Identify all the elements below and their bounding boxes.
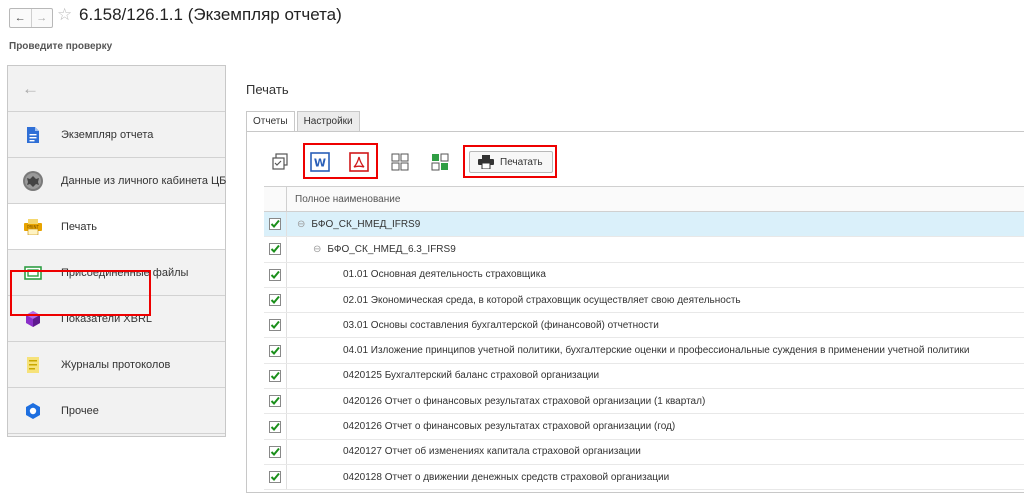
table-row[interactable]: 0420126 Отчет о финансовых результатах с… [264,414,1024,440]
table-row[interactable]: ⊖ БФО_СК_НМЕД_6.3_IFRS9 [264,237,1024,263]
table-row[interactable]: 0420127 Отчет об изменениях капитала стр… [264,439,1024,465]
tab-bar: Отчеты Настройки [246,111,362,133]
row-checkbox[interactable] [264,262,287,287]
row-checkbox[interactable] [264,237,287,262]
collapse-icon[interactable]: ⊖ [297,219,305,230]
tab-settings[interactable]: Настройки [296,111,360,132]
sidebar: ← Экземпляр отчета Данные из личного каб… [7,65,226,437]
row-checkbox[interactable] [264,338,287,363]
page-title: Печать [246,82,289,97]
other-icon [22,400,44,422]
back-arrow-icon[interactable]: ← [10,9,31,27]
column-header-full-name[interactable]: Полное наименование [287,194,400,205]
document-icon [22,124,44,146]
table-row[interactable]: ⊖ БФО_СК_НМЕД_IFRS9 [264,212,1024,238]
print-button-label: Печатать [500,156,543,168]
table-row[interactable]: 02.01 Экономическая среда, в которой стр… [264,287,1024,314]
reports-table: Полное наименование ⊖ БФО_СК_НМЕД_IFRS9 ⊖ Б… [264,186,1024,491]
svg-text:W: W [314,157,326,170]
table-row[interactable]: 0420125 Бухгалтерский баланс страховой о… [264,363,1024,390]
printer-icon [478,155,494,169]
sidebar-item-label: Данные из личного кабинета ЦБ [61,174,227,187]
journal-icon [22,354,44,376]
row-label: 04.01 Изложение принципов учетной полити… [343,345,970,357]
window-title: 6.158/126.1.1 (Экземпляр отчета) [79,5,342,24]
row-checkbox[interactable] [264,414,287,439]
sidebar-item-journals[interactable]: Журналы протоколов [8,342,225,388]
page-subtitle: Проведите проверку [9,41,113,52]
sidebar-item-other[interactable]: Прочее [8,388,225,434]
sidebar-back-icon[interactable]: ← [8,66,225,112]
sidebar-item-label: Прочее [61,404,99,417]
table-header: Полное наименование [264,186,1024,212]
collapse-icon[interactable]: ⊖ [313,244,321,255]
forward-arrow-icon[interactable]: → [30,9,53,27]
word-export-icon[interactable]: W [307,149,333,175]
table-row[interactable]: 0420126 Отчет о финансовых результатах с… [264,389,1024,415]
row-label: 02.01 Экономическая среда, в которой стр… [343,294,741,306]
row-label: 0420128 Отчет о движении денежных средст… [343,471,670,483]
sidebar-item-print[interactable]: PRINT Печать [8,204,225,250]
table-row[interactable]: 0420128 Отчет о движении денежных средст… [264,464,1024,491]
row-checkbox[interactable] [264,439,287,464]
bank-emblem-icon [22,170,44,192]
row-label: 0420126 Отчет о финансовых результатах с… [343,421,676,433]
sidebar-item-label: Журналы протоколов [61,358,171,371]
row-checkbox[interactable] [264,389,287,414]
row-checkbox[interactable] [264,313,287,338]
grid-view-icon[interactable] [387,149,413,175]
print-highlight-frame [10,270,151,316]
table-body: ⊖ БФО_СК_НМЕД_IFRS9 ⊖ БФО_СК_НМЕД_6.3_IFRS9… [264,212,1024,491]
row-checkbox[interactable] [264,287,287,313]
row-checkbox[interactable] [264,464,287,490]
table-row[interactable]: 03.01 Основы составления бухгалтерской (… [264,313,1024,339]
title-bar: ← → ☆ 6.158/126.1.1 (Экземпляр отчета) [0,0,1024,36]
svg-text:PRINT: PRINT [27,224,39,229]
print-button[interactable]: Печатать [469,151,553,173]
checkbox-column-header [264,187,287,211]
tab-reports[interactable]: Отчеты [246,111,295,133]
grid-color-icon[interactable] [427,149,453,175]
row-label: 0420127 Отчет об изменениях капитала стр… [343,446,641,458]
row-label: 0420125 Бухгалтерский баланс страховой о… [343,370,600,382]
print-icon: PRINT [22,216,44,238]
sidebar-item-cb-cabinet[interactable]: Данные из личного кабинета ЦБ [8,158,227,204]
row-checkbox[interactable] [264,363,287,389]
table-row[interactable]: 01.01 Основная деятельность страховщика [264,262,1024,288]
row-label: БФО_СК_НМЕД_6.3_IFRS9 [327,243,456,255]
favorite-star-icon[interactable]: ☆ [57,5,72,25]
sidebar-item-report-instance[interactable]: Экземпляр отчета [8,112,225,158]
navigation-buttons: ← → [9,8,53,28]
row-label: БФО_СК_НМЕД_IFRS9 [311,218,421,230]
row-label: 03.01 Основы составления бухгалтерской (… [343,319,659,331]
copy-icon[interactable] [267,149,293,175]
sidebar-item-label: Печать [61,220,98,233]
row-checkbox[interactable] [264,212,287,237]
table-row[interactable]: 04.01 Изложение принципов учетной полити… [264,338,1024,364]
row-label: 0420126 Отчет о финансовых результатах с… [343,395,706,407]
row-label: 01.01 Основная деятельность страховщика [343,269,546,281]
pdf-export-icon[interactable] [346,149,372,175]
sidebar-item-label: Экземпляр отчета [61,128,154,141]
